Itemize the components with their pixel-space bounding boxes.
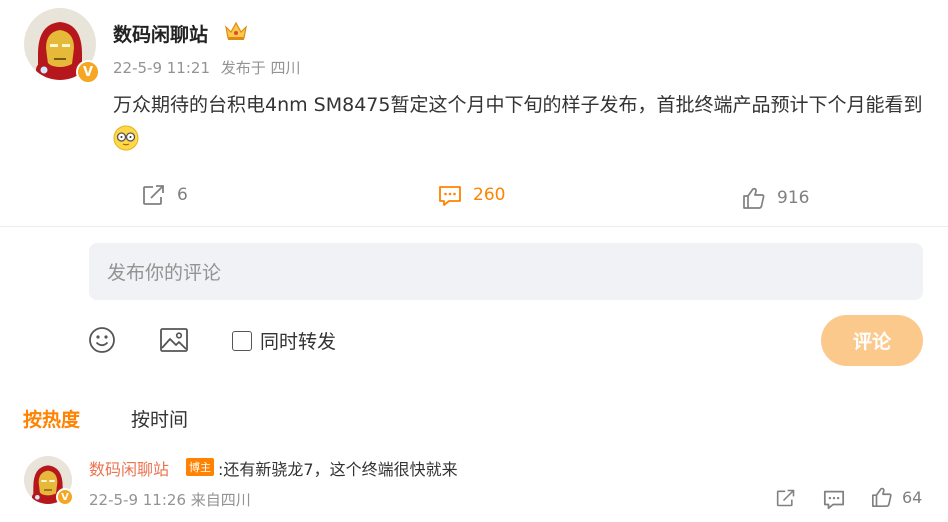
post-body: 万众期待的台积电4nm SM8475暂定这个月中下旬的样子发布，首批终端产品预计…	[113, 94, 923, 116]
comment-icon	[439, 186, 461, 206]
comment-like-button[interactable]: 64	[870, 486, 922, 508]
image-upload-button[interactable]	[159, 326, 189, 358]
post-timestamp[interactable]: 22-5-9 11:21	[113, 59, 210, 77]
like-count: 916	[777, 188, 810, 208]
repost-button[interactable]: 6	[141, 183, 188, 207]
sort-by-hot-tab[interactable]: 按热度	[23, 405, 80, 432]
verified-badge: V	[76, 60, 100, 84]
repost-icon	[776, 489, 795, 507]
also-repost-label: 同时转发	[260, 331, 337, 353]
crown-icon	[224, 20, 248, 42]
post-location: 发布于 四川	[220, 59, 301, 77]
emoji-button[interactable]	[88, 326, 116, 358]
repost-count: 6	[177, 185, 188, 205]
comment-like-count: 64	[902, 487, 923, 507]
comment-meta: 22-5-9 11:26 来自四川	[89, 489, 251, 510]
glasses-emoji-icon	[113, 125, 139, 151]
smiley-icon	[89, 327, 115, 353]
comment-location: 来自四川	[190, 491, 251, 509]
comment-button[interactable]: 260	[437, 183, 505, 207]
image-icon	[160, 328, 188, 352]
author-badge: 博主	[186, 458, 214, 476]
comment-verified-badge: V	[56, 488, 74, 506]
post-author[interactable]: 数码闲聊站	[113, 20, 208, 47]
comment-repost-button[interactable]	[775, 488, 797, 508]
thumbs-up-icon	[872, 487, 892, 507]
also-repost-checkbox[interactable]	[232, 330, 252, 351]
repost-icon	[143, 185, 164, 205]
divider	[0, 226, 948, 227]
comment-placeholder: 发布你的评论	[107, 262, 222, 284]
comment-timestamp: 22-5-9 11:26	[89, 491, 186, 509]
sort-by-time-tab[interactable]: 按时间	[131, 405, 188, 432]
comment-input[interactable]: 发布你的评论	[89, 243, 923, 300]
post-text: 万众期待的台积电4nm SM8475暂定这个月中下旬的样子发布，首批终端产品预计…	[113, 88, 933, 156]
like-button[interactable]: 916	[741, 186, 809, 210]
comment-icon	[823, 490, 845, 510]
comment-reply-button[interactable]	[822, 488, 846, 510]
thumbs-up-icon	[743, 187, 765, 209]
comment-author[interactable]: 数码闲聊站	[89, 456, 169, 480]
post-meta: 22-5-9 11:21 发布于 四川	[113, 57, 301, 78]
comment-count: 260	[473, 185, 506, 205]
also-repost-toggle[interactable]: 同时转发	[232, 327, 336, 354]
submit-comment-button[interactable]: 评论	[821, 315, 923, 366]
comment-text: :还有新骁龙7，这个终端很快就来	[218, 460, 458, 479]
